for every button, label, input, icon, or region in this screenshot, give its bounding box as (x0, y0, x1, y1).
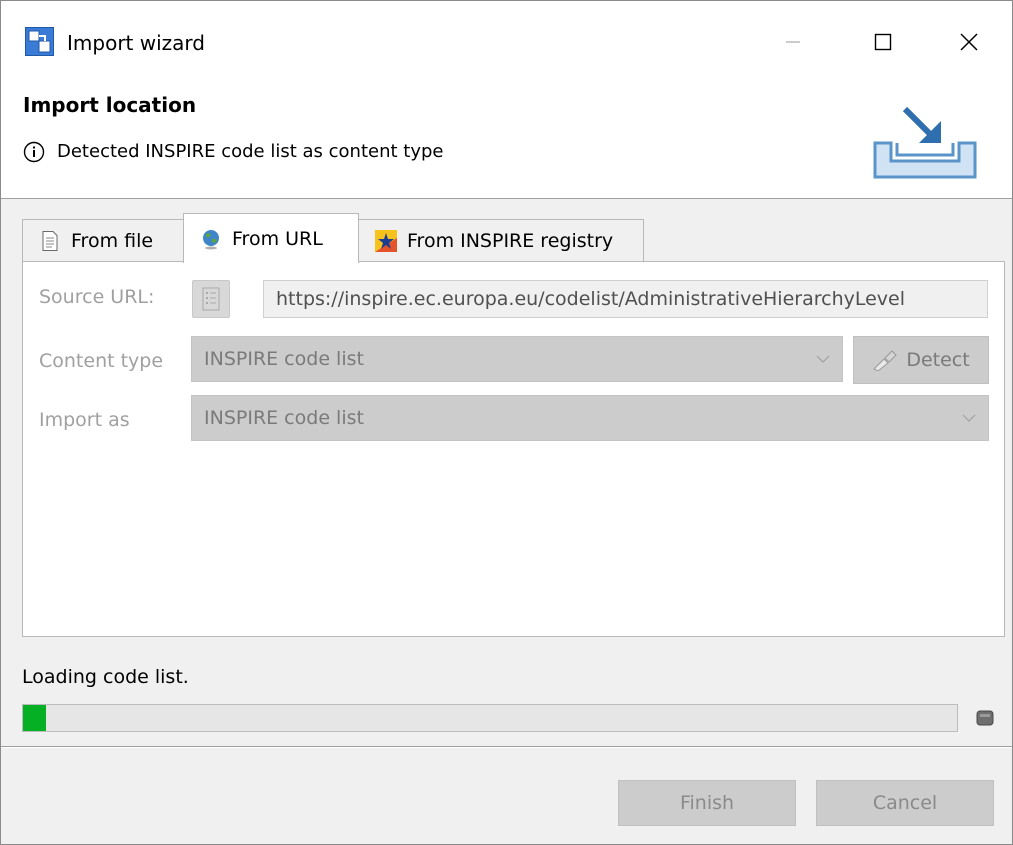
source-url-label: Source URL: (39, 286, 155, 308)
content-type-select[interactable]: INSPIRE code list (191, 336, 843, 382)
status-message: Loading code list. (22, 666, 189, 688)
file-icon (42, 230, 58, 251)
window-title: Import wizard (67, 31, 205, 55)
minimize-button[interactable] (763, 13, 823, 71)
info-message: Detected INSPIRE code list as content ty… (57, 141, 444, 162)
import-as-value: INSPIRE code list (204, 407, 364, 429)
content-type-label: Content type (39, 350, 164, 372)
import-as-label: Import as (39, 409, 130, 431)
content-type-value: INSPIRE code list (204, 348, 364, 370)
source-url-input[interactable]: https://inspire.ec.europa.eu/codelist/Ad… (263, 280, 988, 318)
detect-label: Detect (906, 349, 970, 371)
pipette-icon (873, 350, 898, 371)
cancel-button[interactable]: Cancel (816, 780, 994, 826)
import-tray-icon (873, 106, 977, 179)
url-history-button[interactable] (192, 280, 230, 318)
title-bar: Import wizard (1, 1, 1012, 81)
tab-label: From INSPIRE registry (407, 229, 614, 252)
tab-label: From file (71, 229, 154, 252)
wizard-header: Import location Detected INSPIRE code li… (1, 81, 1012, 199)
close-icon (960, 33, 978, 51)
info-icon (23, 141, 45, 163)
close-button[interactable] (939, 13, 999, 71)
wizard-icon (25, 27, 54, 56)
cancel-label: Cancel (872, 792, 938, 814)
tab-from-inspire-registry[interactable]: From INSPIRE registry (358, 219, 644, 261)
eu-star-icon (375, 229, 397, 252)
tab-label: From URL (232, 227, 323, 250)
footer-separator (1, 746, 1012, 748)
import-as-select[interactable]: INSPIRE code list (191, 395, 989, 441)
finish-label: Finish (679, 792, 735, 814)
stop-icon[interactable] (976, 709, 994, 727)
progress-bar (22, 704, 958, 732)
from-url-panel: Source URL: https://inspire.ec.europa.eu… (22, 261, 1005, 637)
import-wizard-window: Import wizard Import location Detected I… (0, 0, 1013, 845)
progress-fill (23, 705, 47, 731)
globe-icon (203, 229, 219, 249)
list-icon (202, 287, 220, 311)
maximize-button[interactable] (853, 13, 913, 71)
chevron-down-icon (962, 414, 976, 422)
chevron-down-icon (816, 355, 830, 363)
tab-from-url[interactable]: From URL (183, 213, 359, 263)
page-title: Import location (23, 93, 197, 117)
finish-button[interactable]: Finish (618, 780, 796, 826)
minimize-icon (786, 41, 800, 43)
detect-button[interactable]: Detect (853, 336, 989, 384)
tab-from-file[interactable]: From file (22, 219, 184, 261)
maximize-icon (874, 33, 892, 51)
